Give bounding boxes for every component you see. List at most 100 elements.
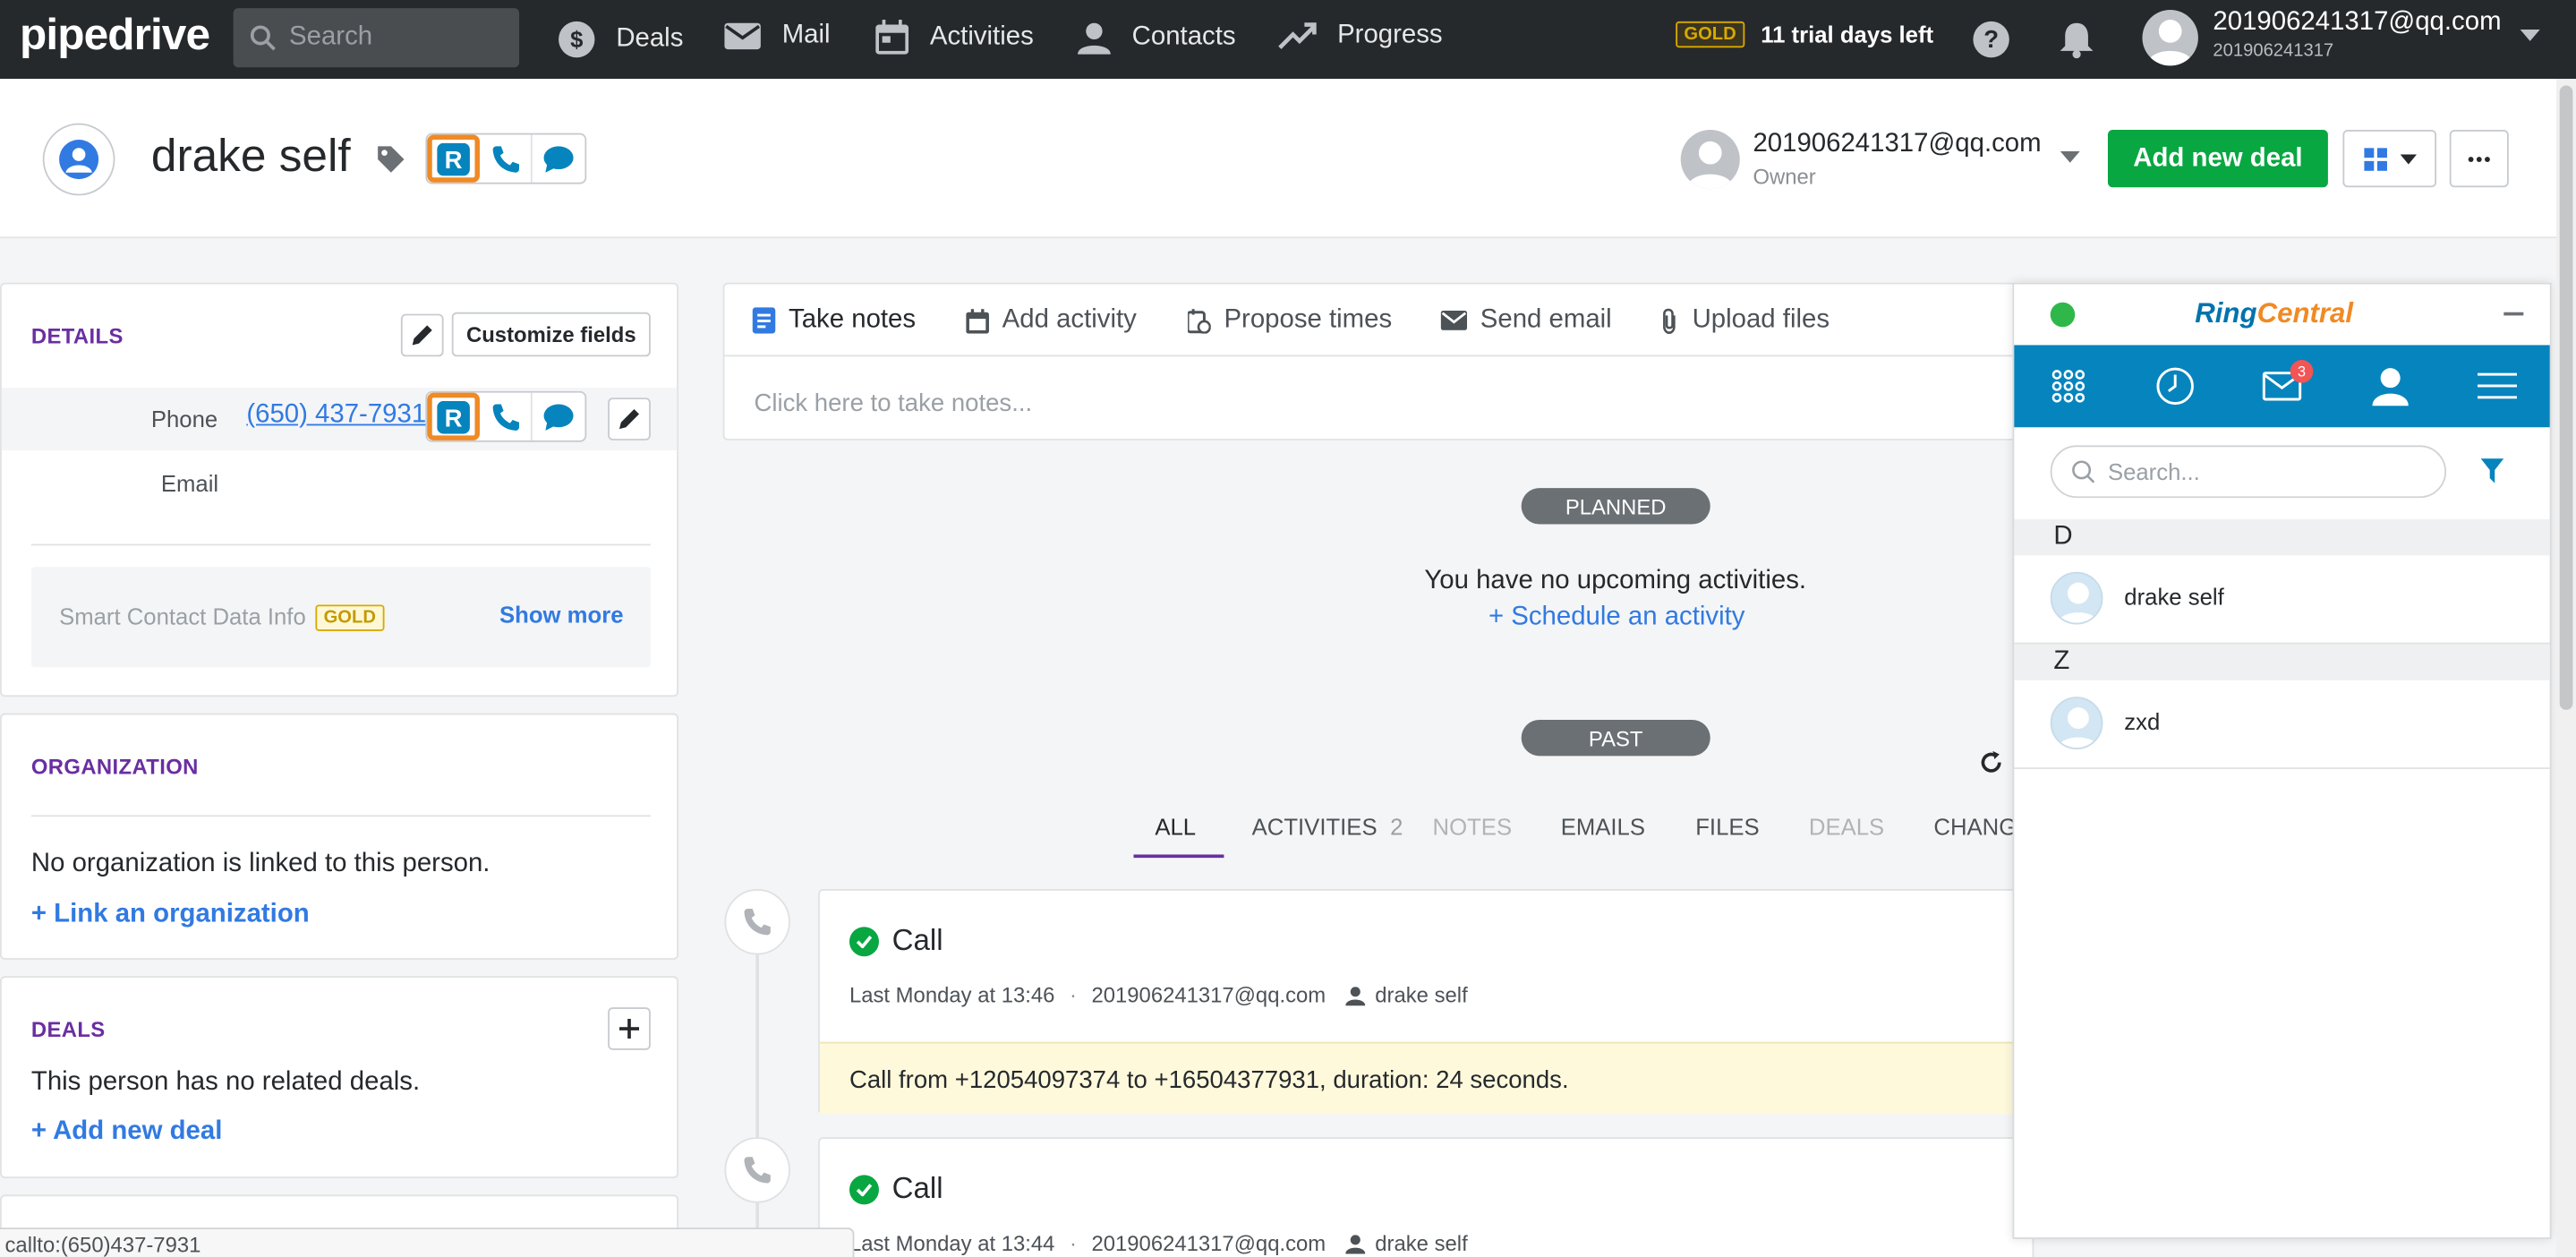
paperclip-icon (1663, 307, 1676, 334)
phone-number-link[interactable]: (650) 437-7931 (246, 401, 426, 431)
tab-propose-times[interactable]: Propose times (1188, 305, 1392, 335)
app-root: pipedrive Search $ Deals Mail Activities… (0, 0, 2576, 1257)
presence-status-icon[interactable] (2050, 302, 2076, 328)
trial-status[interactable]: GOLD 11 trial days left (1676, 21, 1933, 48)
person-avatar[interactable] (42, 123, 115, 196)
contact-list-item[interactable]: drake self (2014, 555, 2550, 645)
view-switcher-button[interactable] (2342, 130, 2437, 188)
details-title: DETAILS (30, 323, 124, 349)
contacts-icon[interactable] (2371, 366, 2410, 406)
user-avatar[interactable] (2142, 10, 2198, 66)
filter-activities[interactable]: ACTIVITIES 2 (1252, 814, 1403, 840)
notes-input[interactable]: Click here to take notes... (754, 389, 1032, 417)
tab-add-activity-label: Add activity (1002, 305, 1137, 334)
tab-send-email[interactable]: Send email (1440, 305, 1612, 335)
call-history-icon[interactable] (2155, 366, 2195, 406)
activity-time: Last Monday at 13:44 (849, 1230, 1055, 1256)
smart-gold-badge-wrap: GOLD (315, 602, 385, 631)
user-email[interactable]: 201906241317@qq.com (2213, 8, 2501, 38)
scrollbar-thumb[interactable] (2559, 85, 2573, 710)
refresh-icon[interactable] (1978, 749, 2004, 775)
global-search-input[interactable]: Search (233, 8, 520, 68)
chevron-down-icon (2399, 153, 2417, 164)
dialpad-icon[interactable] (2049, 366, 2088, 406)
phone-call-button[interactable] (480, 134, 533, 183)
filter-files[interactable]: FILES (1695, 814, 1759, 840)
organization-divider (30, 815, 651, 817)
sms-button[interactable] (533, 393, 585, 440)
link-organization-link[interactable]: + Link an organization (31, 901, 310, 930)
filter-icon[interactable] (2480, 458, 2504, 484)
activity-person[interactable]: drake self (1375, 983, 1467, 1008)
chevron-down-icon[interactable] (2520, 30, 2540, 43)
note-icon (752, 307, 776, 334)
activity-person[interactable]: drake self (1375, 1231, 1467, 1256)
add-new-deal-button[interactable]: Add new deal (2107, 130, 2328, 188)
filter-all[interactable]: ALL (1155, 814, 1196, 840)
tag-icon[interactable] (376, 145, 405, 175)
person-icon (1345, 986, 1366, 1005)
contact-list-item[interactable]: zxd (2014, 680, 2550, 770)
nav-mail[interactable]: Mail (723, 20, 831, 53)
person-name[interactable]: drake self (151, 130, 351, 183)
organization-title: ORGANIZATION (30, 754, 199, 780)
nav-progress[interactable]: Progress (1278, 20, 1443, 53)
tab-take-notes[interactable]: Take notes (752, 305, 916, 335)
show-more-link[interactable]: Show more (499, 602, 624, 628)
contact-name: drake self (2124, 583, 2224, 610)
ringcentral-header: RingCentral (2014, 284, 2550, 346)
activity-card[interactable]: Call Last Monday at 13:46 · 201906241317… (818, 889, 2034, 1115)
nav-deals[interactable]: $ Deals (557, 20, 683, 59)
filter-emails[interactable]: EMAILS (1561, 814, 1645, 840)
nav-contacts[interactable]: Contacts (1076, 20, 1236, 56)
activity-meta: Last Monday at 13:44 · 201906241317@qq.c… (849, 1230, 1468, 1256)
notifications-bell-icon[interactable] (2059, 20, 2094, 59)
activity-user[interactable]: 201906241317@qq.com (1091, 983, 1326, 1008)
activities-count: 2 (1390, 813, 1403, 840)
schedule-activity-link[interactable]: + Schedule an activity (1488, 603, 1745, 633)
ringcentral-call-button[interactable]: R (427, 134, 480, 183)
help-icon[interactable]: ? (1972, 20, 2011, 59)
pencil-icon (412, 325, 432, 346)
filter-notes[interactable]: NOTES (1433, 814, 1513, 840)
header-call-actions: R (425, 133, 587, 184)
filter-deals[interactable]: DEALS (1809, 814, 1884, 840)
nav-activities[interactable]: Activities (874, 20, 1034, 56)
nav-mail-label: Mail (781, 21, 831, 50)
add-new-deal-link[interactable]: + Add new deal (31, 1117, 223, 1147)
ringcentral-search-input[interactable]: Search... (2050, 445, 2447, 499)
completed-check-icon[interactable] (849, 1174, 879, 1204)
nav-progress-label: Progress (1337, 21, 1443, 50)
more-options-button[interactable] (2449, 130, 2509, 188)
activity-user[interactable]: 201906241317@qq.com (1091, 1231, 1326, 1256)
tab-upload-files[interactable]: Upload files (1659, 305, 1830, 335)
pipedrive-logo[interactable]: pipedrive (20, 10, 210, 61)
owner-email[interactable]: 201906241317@qq.com (1753, 130, 2041, 159)
gold-plan-badge: GOLD (1676, 21, 1744, 48)
sms-button[interactable] (533, 135, 585, 183)
hamburger-menu-icon[interactable] (2477, 366, 2517, 406)
organization-card: ORGANIZATION No organization is linked t… (0, 713, 679, 960)
edit-phone-button[interactable] (608, 398, 651, 440)
edit-details-button[interactable] (400, 313, 444, 357)
minimize-icon[interactable] (2503, 312, 2524, 316)
add-deal-plus-button[interactable] (608, 1007, 651, 1050)
phone-call-button[interactable] (480, 392, 533, 440)
ringcentral-logo-icon: R (437, 141, 470, 175)
completed-check-icon[interactable] (849, 926, 879, 956)
page-scrollbar[interactable] (2556, 79, 2576, 1257)
owner-avatar[interactable] (1680, 130, 1740, 190)
activity-card[interactable]: Call Last Monday at 13:44 · 201906241317… (818, 1137, 2034, 1257)
mail-icon (1440, 310, 1468, 330)
smart-contact-data-text: Smart Contact Data Info (59, 603, 306, 629)
chat-bubble-icon (543, 403, 574, 430)
timeline-call-marker (724, 1137, 790, 1203)
ringcentral-call-button[interactable]: R (427, 392, 480, 440)
composer-tabs: Take notes Add activity Propose times Se… (724, 285, 2019, 357)
tab-add-activity[interactable]: Add activity (966, 305, 1137, 335)
timeline-line (755, 953, 760, 1257)
chevron-down-icon[interactable] (2060, 150, 2080, 165)
ringcentral-widget: RingCentral 3 Search... D drake self Z z… (2012, 282, 2552, 1239)
calendar-icon (966, 308, 989, 333)
customize-fields-button[interactable]: Customize fields (451, 312, 651, 357)
